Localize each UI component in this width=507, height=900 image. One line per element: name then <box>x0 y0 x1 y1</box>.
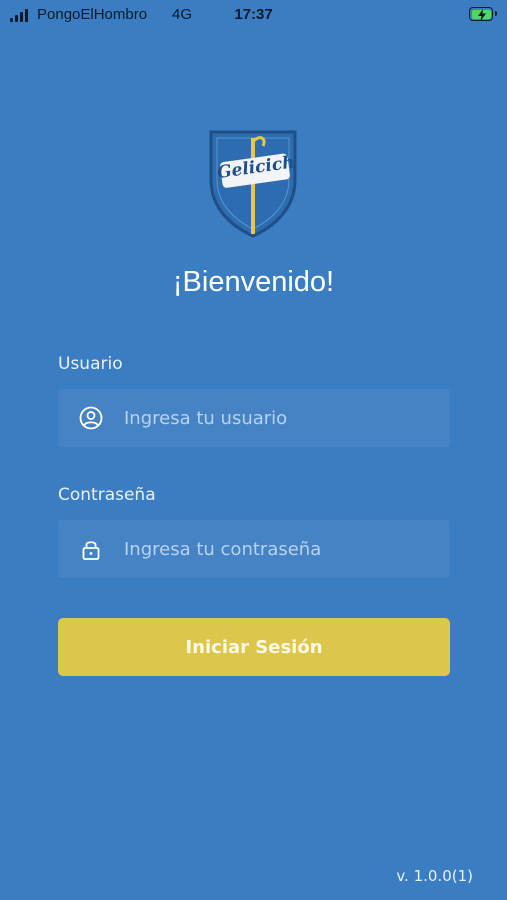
password-field[interactable] <box>58 520 450 578</box>
password-input[interactable] <box>124 520 434 578</box>
login-button[interactable]: Iniciar Sesión <box>58 618 450 676</box>
lock-icon <box>82 541 100 560</box>
password-label: Contraseña <box>58 485 156 505</box>
status-bar: PongoElHombro 4G 17:37 <box>0 0 507 30</box>
username-input[interactable] <box>124 389 434 447</box>
status-time: 17:37 <box>234 6 273 23</box>
battery-charging-icon <box>469 7 497 21</box>
app-version: v. 1.0.0(1) <box>396 867 473 885</box>
welcome-heading: ¡Bienvenido! <box>172 266 335 298</box>
username-field[interactable] <box>58 389 450 447</box>
school-crest-logo: Gelicich <box>207 128 299 240</box>
username-label: Usuario <box>58 354 123 374</box>
user-circle-icon <box>79 406 103 430</box>
